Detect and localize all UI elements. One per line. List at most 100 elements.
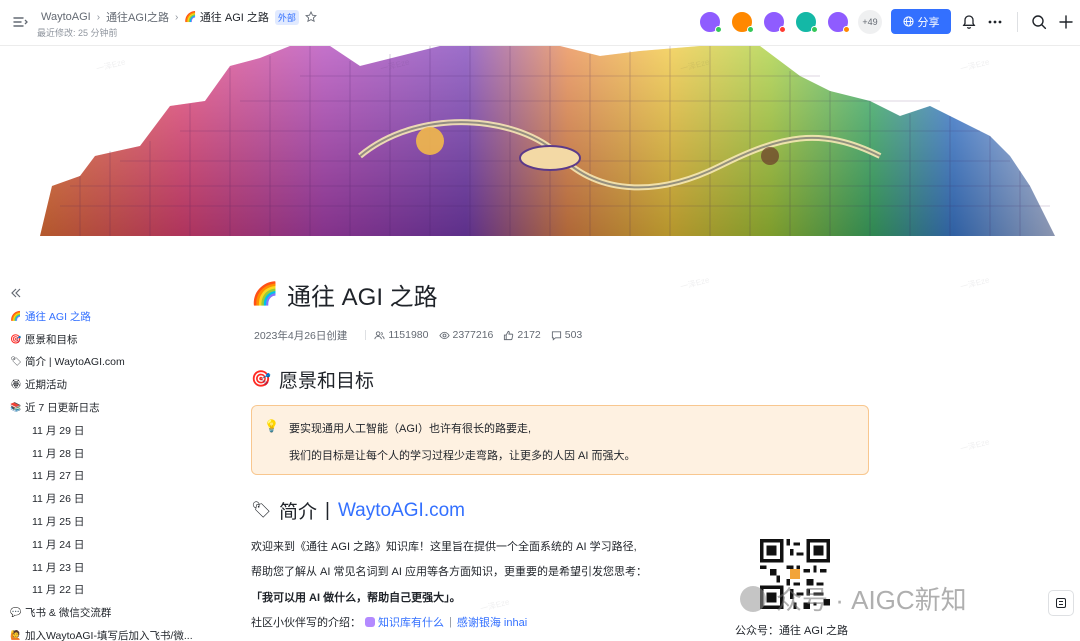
cover-image bbox=[0, 46, 1080, 238]
globe-icon bbox=[902, 16, 914, 27]
background-watermark: 一泽Eze bbox=[479, 597, 511, 614]
eye-icon bbox=[438, 331, 450, 339]
status-dot bbox=[811, 26, 818, 33]
tag-icon: 🏷 bbox=[10, 356, 22, 367]
share-button[interactable]: 分享 bbox=[891, 9, 951, 34]
person-icon: 🙋 bbox=[10, 630, 22, 641]
toc-item-label: 11 月 23 日 bbox=[32, 561, 85, 574]
toc-item-label: 通往 AGI 之路 bbox=[25, 310, 91, 323]
page-title: 🌈 通往 AGI 之路 bbox=[251, 270, 871, 318]
toc-item-label: 11 月 28 日 bbox=[32, 447, 85, 460]
toc-item[interactable]: 💬 飞书 & 微信交流群 bbox=[0, 601, 210, 624]
doc-icon bbox=[365, 617, 375, 627]
divider bbox=[365, 330, 367, 340]
star-icon[interactable] bbox=[304, 11, 317, 23]
toc-item-label: 11 月 29 日 bbox=[32, 424, 85, 437]
heading-separator: | bbox=[325, 499, 330, 521]
toc-item[interactable]: 11 月 25 日 bbox=[0, 510, 210, 533]
toc-item[interactable]: 🎯 愿景和目标 bbox=[0, 328, 210, 351]
floating-outline-button[interactable] bbox=[1048, 590, 1074, 616]
wechat-icon bbox=[740, 585, 766, 612]
avatar[interactable] bbox=[794, 10, 818, 34]
avatar[interactable] bbox=[698, 10, 722, 34]
breadcrumb: WaytoAGI › 通往AGI之路 › 🌈 通往 AGI 之路 外部 bbox=[41, 9, 317, 25]
callout-line-2: 我们的目标是让每个人的学习过程少走弯路，让更多的人因 AI 而强大。 bbox=[289, 450, 636, 462]
add-icon[interactable] bbox=[1057, 13, 1075, 31]
avatar[interactable] bbox=[762, 10, 786, 34]
flower-icon: 🏵 bbox=[10, 379, 22, 390]
toc-item[interactable]: 11 月 28 日 bbox=[0, 442, 210, 465]
toc-item-label: 简介 | WaytoAGI.com bbox=[25, 356, 125, 369]
bell-icon[interactable] bbox=[960, 13, 978, 31]
likes-stat[interactable]: 2172 bbox=[503, 329, 541, 341]
menu-icon[interactable] bbox=[12, 14, 28, 30]
intro-paragraph-2: 帮助您了解从 AI 常见名词到 AI 应用等各方面知识，更重要的是希望引发您思考… bbox=[251, 566, 648, 578]
watermark-text: 众号 · AIGC新知 bbox=[776, 585, 967, 615]
views-count: 2377216 bbox=[452, 329, 494, 341]
heading-vision: 🎯 愿景和目标 bbox=[251, 366, 374, 393]
qr-caption: 公众号：通往 AGI 之路 bbox=[735, 625, 849, 637]
created-date: 2023年4月26日创建 bbox=[254, 329, 348, 342]
toc-item[interactable]: 🏵 近期活动 bbox=[0, 373, 210, 396]
background-watermark: 一泽Eze bbox=[959, 437, 991, 454]
toc-item[interactable]: 🙋 加入WaytoAGI-填写后加入飞书/微... bbox=[0, 624, 210, 641]
toc-item-label: 11 月 25 日 bbox=[32, 516, 85, 529]
toc-item-label: 近期活动 bbox=[25, 379, 67, 392]
top-bar: WaytoAGI › 通往AGI之路 › 🌈 通往 AGI 之路 外部 最近修改… bbox=[0, 0, 1080, 46]
toc-item[interactable]: 📚 近 7 日更新日志 bbox=[0, 396, 210, 419]
target-icon: 🎯 bbox=[251, 370, 271, 388]
toc-item-label: 11 月 27 日 bbox=[32, 470, 85, 483]
tag-icon: 🏷 bbox=[251, 501, 272, 519]
rainbow-city-illustration bbox=[40, 46, 1055, 236]
thanks-link[interactable]: 感谢银海 inhai bbox=[457, 614, 527, 630]
toc-item[interactable]: 11 月 22 日 bbox=[0, 579, 210, 602]
watermark: 众号 · AIGC新知 bbox=[740, 580, 967, 617]
toc-item-label: 飞书 & 微信交流群 bbox=[25, 607, 112, 620]
thumbs-up-icon bbox=[504, 330, 514, 340]
toc-item[interactable]: 🏷 简介 | WaytoAGI.com bbox=[0, 351, 210, 374]
status-dot bbox=[779, 26, 786, 33]
intro-paragraph-1: 欢迎来到《通往 AGI 之路》知识库！这里旨在提供一个全面系统的 AI 学习路径… bbox=[251, 541, 637, 553]
breadcrumb-item-waytoagi[interactable]: WaytoAGI bbox=[41, 11, 91, 23]
waytoagi-link[interactable]: WaytoAGI.com bbox=[338, 500, 465, 522]
members-stat[interactable]: 1151980 bbox=[374, 329, 429, 341]
comments-count: 503 bbox=[564, 329, 583, 341]
status-dot bbox=[843, 26, 850, 33]
toc-item[interactable]: 11 月 23 日 bbox=[0, 556, 210, 579]
rainbow-icon: 🌈 bbox=[184, 11, 197, 23]
more-collaborators-badge[interactable]: +49 bbox=[858, 10, 882, 34]
comments-stat[interactable]: 503 bbox=[551, 329, 583, 341]
toc-item[interactable]: 11 月 29 日 bbox=[0, 419, 210, 442]
views-stat[interactable]: 2377216 bbox=[438, 329, 494, 341]
knowledge-base-link-text: 知识库有什么 bbox=[378, 617, 444, 629]
page-title-text: 通往 AGI 之路 bbox=[287, 283, 438, 311]
toc-item-label: 加入WaytoAGI-填写后加入飞书/微... bbox=[25, 630, 193, 641]
toc-item[interactable]: 🌈 通往 AGI 之路 bbox=[0, 305, 210, 328]
rainbow-icon: 🌈 bbox=[10, 310, 22, 321]
chat-icon: 💬 bbox=[10, 607, 22, 618]
heading-intro: 🏷 简介 | WaytoAGI.com bbox=[251, 497, 465, 524]
target-icon: 🎯 bbox=[10, 333, 22, 344]
toc-item-label: 11 月 24 日 bbox=[32, 538, 85, 551]
avatar[interactable] bbox=[826, 10, 850, 34]
likes-count: 2172 bbox=[517, 329, 541, 341]
chevron-right-icon: › bbox=[175, 11, 179, 23]
toc-item[interactable]: 11 月 27 日 bbox=[0, 465, 210, 488]
breadcrumb-item-agi-road[interactable]: 通往AGI之路 bbox=[106, 9, 169, 25]
toc-item[interactable]: 11 月 26 日 bbox=[0, 487, 210, 510]
heading-vision-text: 愿景和目标 bbox=[279, 371, 375, 392]
collapse-sidebar-icon[interactable] bbox=[9, 286, 23, 300]
knowledge-base-link[interactable]: 知识库有什么 bbox=[365, 614, 444, 630]
callout-box: 💡 要实现通用人工智能（AGI）也许有很长的路要走, 我们的目标是让每个人的学习… bbox=[251, 405, 869, 475]
chevron-right-icon: › bbox=[96, 11, 101, 23]
comment-icon bbox=[551, 330, 561, 341]
collaborator-avatars: +49 bbox=[698, 10, 882, 34]
avatar[interactable] bbox=[730, 10, 754, 34]
search-icon[interactable] bbox=[1030, 13, 1048, 31]
log-icon: 📚 bbox=[10, 402, 22, 413]
toc-item-label: 11 月 22 日 bbox=[32, 584, 85, 597]
background-watermark: 一泽Eze bbox=[959, 275, 991, 292]
toc-item[interactable]: 11 月 24 日 bbox=[0, 533, 210, 556]
more-icon[interactable] bbox=[986, 13, 1004, 31]
breadcrumb-item-current[interactable]: 通往 AGI 之路 bbox=[200, 9, 269, 25]
